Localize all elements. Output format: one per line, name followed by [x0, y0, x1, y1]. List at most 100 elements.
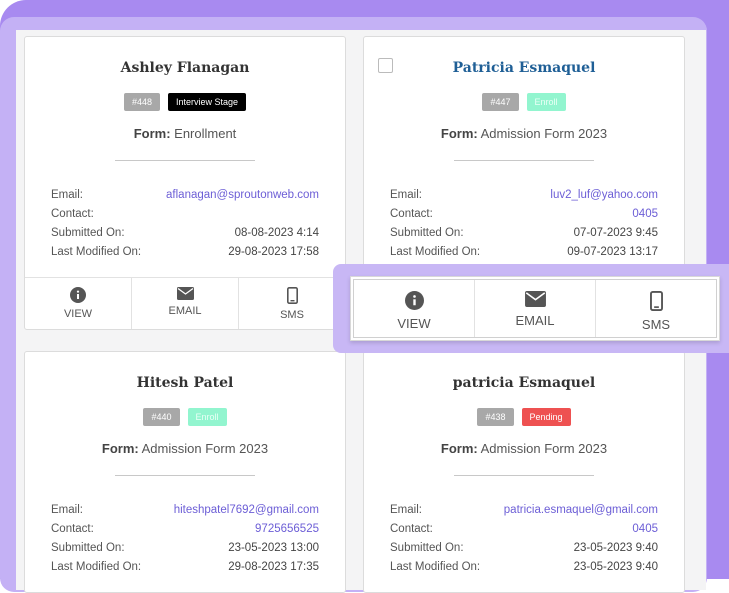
zoomed-action-bar: VIEW EMAIL SMS — [350, 276, 720, 341]
modified-row: Last Modified On: 29-08-2023 17:35 — [51, 558, 319, 577]
modified-label: Last Modified On: — [51, 246, 142, 258]
contact-label: Contact: — [390, 523, 433, 535]
contact-row: Contact: — [51, 205, 319, 224]
submitted-label: Submitted On: — [51, 227, 125, 239]
submitted-row: Submitted On: 23-05-2023 9:40 — [390, 539, 658, 558]
modified-row: Last Modified On: 09-07-2023 13:17 — [390, 243, 658, 262]
email-label: Email: — [51, 189, 83, 201]
contact-row: Contact: 0405 — [390, 205, 658, 224]
contact-label: Contact: — [390, 208, 433, 220]
email-row: Email: aflanagan@sproutonweb.com — [51, 186, 319, 205]
badge-row: #440 Enroll — [25, 408, 345, 426]
modified-label: Last Modified On: — [51, 561, 142, 573]
id-badge: #440 — [143, 408, 180, 426]
modified-label: Last Modified On: — [390, 561, 481, 573]
status-badge: Enroll — [187, 408, 227, 426]
applicant-name[interactable]: Patricia Esmaquel — [364, 60, 684, 76]
details: Email: patricia.esmaquel@gmail.com Conta… — [390, 501, 658, 577]
submitted-value: 08-08-2023 4:14 — [234, 227, 319, 239]
envelope-icon — [524, 291, 546, 307]
modified-value: 23-05-2023 9:40 — [573, 561, 658, 573]
contact-label: Contact: — [51, 208, 94, 220]
submission-card: Hitesh Patel #440 Enroll Form: Admission… — [24, 351, 346, 593]
envelope-icon — [176, 287, 194, 300]
details: Email: aflanagan@sproutonweb.com Contact… — [51, 186, 319, 262]
id-badge: #448 — [123, 93, 160, 111]
submitted-value: 23-05-2023 9:40 — [573, 542, 658, 554]
form-label: Form: — [133, 126, 171, 141]
info-icon — [70, 287, 86, 303]
contact-link[interactable]: 9725656525 — [255, 520, 319, 539]
contact-row: Contact: 9725656525 — [51, 520, 319, 539]
applicant-name: Hitesh Patel — [136, 375, 234, 391]
divider — [115, 475, 255, 476]
sms-button[interactable]: SMS — [595, 280, 716, 337]
submission-card: patricia Esmaquel #438 Pending Form: Adm… — [363, 351, 685, 593]
badge-row: #447 Enroll — [364, 93, 684, 111]
phone-icon — [649, 291, 663, 311]
form-line: Form: Admission Form 2023 — [364, 126, 684, 141]
modified-label: Last Modified On: — [390, 246, 481, 258]
status-badge: Pending — [521, 408, 571, 426]
id-badge: #447 — [482, 93, 519, 111]
divider — [454, 475, 594, 476]
form-label: Form: — [440, 126, 478, 141]
form-label: Form: — [440, 441, 478, 456]
sms-label: SMS — [641, 317, 671, 332]
submitted-label: Submitted On: — [51, 542, 125, 554]
email-row: Email: hiteshpatel7692@gmail.com — [51, 501, 319, 520]
submitted-value: 07-07-2023 9:45 — [573, 227, 658, 239]
view-button[interactable]: VIEW — [25, 278, 131, 329]
modified-value: 09-07-2023 13:17 — [567, 246, 658, 258]
divider — [115, 160, 255, 161]
applicant-name: Ashley Flanagan — [120, 60, 250, 76]
form-line: Form: Admission Form 2023 — [364, 441, 684, 456]
submitted-label: Submitted On: — [390, 227, 464, 239]
form-value: Admission Form 2023 — [141, 441, 269, 456]
contact-link[interactable]: 0405 — [632, 205, 658, 224]
contact-link[interactable]: 0405 — [632, 520, 658, 539]
info-icon — [404, 291, 424, 310]
details: Email: luv2_luf@yahoo.com Contact: 0405 … — [390, 186, 658, 262]
sms-button[interactable]: SMS — [238, 278, 345, 329]
modified-value: 29-08-2023 17:58 — [228, 246, 319, 258]
email-link[interactable]: aflanagan@sproutonweb.com — [166, 186, 319, 205]
email-label: EMAIL — [515, 313, 555, 328]
details: Email: hiteshpatel7692@gmail.com Contact… — [51, 501, 319, 577]
email-link[interactable]: patricia.esmaquel@gmail.com — [504, 501, 658, 520]
contact-row: Contact: 0405 — [390, 520, 658, 539]
applicant-name: patricia Esmaquel — [452, 375, 596, 391]
divider — [454, 160, 594, 161]
badge-row: #438 Pending — [364, 408, 684, 426]
form-label: Form: — [101, 441, 139, 456]
email-row: Email: patricia.esmaquel@gmail.com — [390, 501, 658, 520]
submitted-label: Submitted On: — [390, 542, 464, 554]
email-link[interactable]: hiteshpatel7692@gmail.com — [174, 501, 319, 520]
email-button[interactable]: EMAIL — [131, 278, 238, 329]
status-badge: Enroll — [526, 93, 566, 111]
badge-row: #448 Interview Stage — [25, 93, 345, 111]
email-link[interactable]: luv2_luf@yahoo.com — [550, 186, 658, 205]
email-label: EMAIL — [168, 305, 202, 317]
form-value: Enrollment — [174, 126, 237, 141]
action-bar: VIEW EMAIL SMS — [353, 279, 717, 338]
submitted-value: 23-05-2023 13:00 — [228, 542, 319, 554]
view-label: VIEW — [63, 308, 93, 320]
view-label: VIEW — [397, 316, 431, 331]
modified-value: 29-08-2023 17:35 — [228, 561, 319, 573]
status-badge: Interview Stage — [167, 93, 247, 111]
form-line: Form: Admission Form 2023 — [25, 441, 345, 456]
phone-icon — [286, 287, 298, 304]
contact-label: Contact: — [51, 523, 94, 535]
submitted-row: Submitted On: 07-07-2023 9:45 — [390, 224, 658, 243]
submitted-row: Submitted On: 23-05-2023 13:00 — [51, 539, 319, 558]
email-label: Email: — [51, 504, 83, 516]
modified-row: Last Modified On: 23-05-2023 9:40 — [390, 558, 658, 577]
sms-label: SMS — [280, 309, 304, 321]
email-label: Email: — [390, 504, 422, 516]
email-button[interactable]: EMAIL — [474, 280, 595, 337]
view-button[interactable]: VIEW — [354, 280, 474, 337]
form-value: Admission Form 2023 — [480, 126, 608, 141]
submission-card: Ashley Flanagan #448 Interview Stage For… — [24, 36, 346, 330]
submitted-row: Submitted On: 08-08-2023 4:14 — [51, 224, 319, 243]
